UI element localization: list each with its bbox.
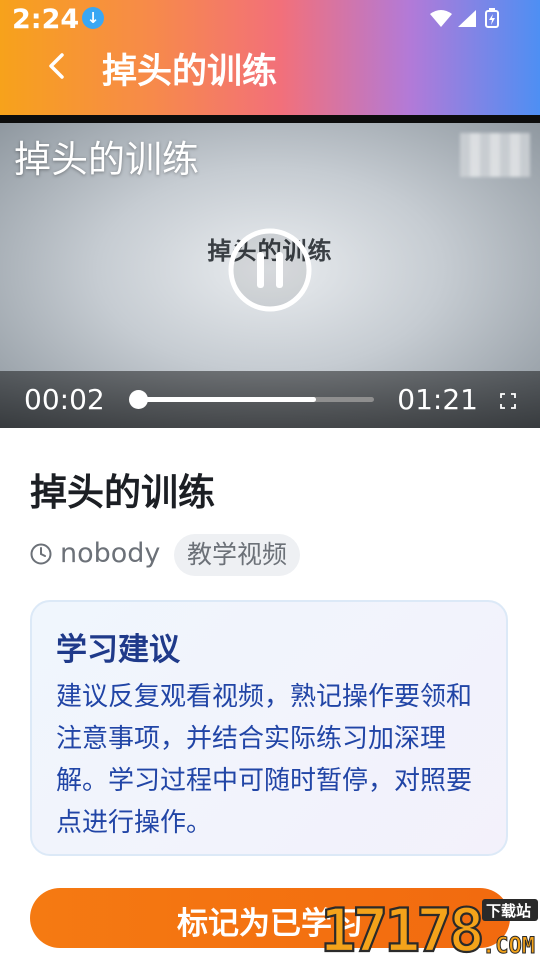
svg-text:下载站: 下载站 [486, 902, 531, 920]
site-watermark-logo: 17178 下载站 .COM [319, 895, 538, 960]
svg-text:.COM: .COM [482, 934, 535, 959]
cell-signal-icon [458, 10, 476, 27]
video-title: 掉头的训练 [30, 471, 215, 514]
chevron-left-icon [49, 53, 64, 79]
download-arrow-icon: ↓ [82, 7, 104, 29]
wifi-icon [430, 10, 452, 27]
video-player[interactable]: 掉头的训练 掉头的训练 00:02 01:21 [0, 123, 540, 428]
back-button[interactable] [40, 48, 76, 84]
tip-title: 学习建议 [56, 632, 180, 668]
author-name: nobody [60, 538, 161, 569]
header-divider [0, 115, 540, 123]
fullscreen-icon [500, 393, 516, 409]
progress-handle[interactable] [129, 390, 149, 409]
clock-icon [30, 543, 52, 565]
blurred-watermark [460, 133, 530, 177]
progress-bar[interactable] [129, 390, 374, 409]
pause-button[interactable] [228, 228, 312, 312]
app-header: 2:24 ↓ 掉头的训练 [0, 0, 540, 115]
battery-charging-icon [485, 8, 499, 28]
video-title-overlay: 掉头的训练 [14, 138, 199, 181]
video-controls: 00:02 01:21 [0, 371, 540, 428]
study-tip-card: 学习建议 建议反复观看视频，熟记操作要领和注意事项，并结合实际练习加深理解。学习… [30, 600, 508, 856]
page-title: 掉头的训练 [102, 52, 278, 92]
tip-body: 建议反复观看视频，熟记操作要领和注意事项，并结合实际练习加深理解。学习过程中可随… [56, 682, 473, 838]
status-time: 2:24 [12, 4, 80, 35]
fullscreen-button[interactable] [500, 393, 516, 409]
svg-text:17178: 17178 [320, 896, 481, 960]
category-tag: 教学视频 [174, 534, 301, 576]
status-icons [430, 8, 499, 28]
total-time: 01:21 [397, 383, 478, 416]
current-time: 00:02 [24, 383, 105, 416]
progress-buffered [132, 397, 316, 402]
